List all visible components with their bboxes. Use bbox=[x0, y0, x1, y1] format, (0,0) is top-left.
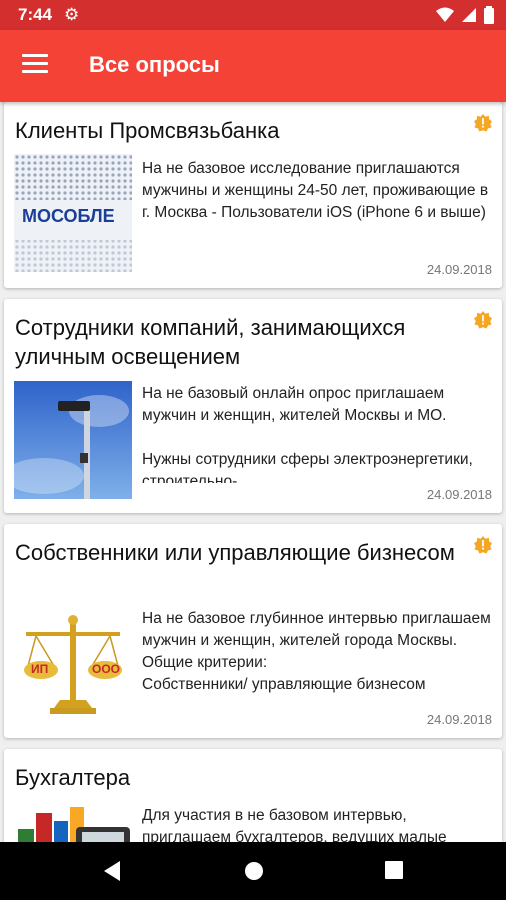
back-icon[interactable] bbox=[102, 860, 122, 882]
system-icons bbox=[436, 6, 494, 24]
page-title: Все опросы bbox=[89, 52, 220, 77]
survey-date: 24.09.2018 bbox=[426, 487, 492, 502]
mosoblbank-logo-text: МОСОБЛЕ bbox=[22, 206, 115, 226]
survey-card[interactable]: Бухгалтера Для участия в не базовом инте… bbox=[4, 749, 502, 842]
recents-icon[interactable] bbox=[384, 860, 404, 880]
home-icon[interactable] bbox=[243, 860, 265, 882]
survey-description: На не базовое исследование приглашаются … bbox=[142, 160, 489, 221]
app-bar: Все опросы bbox=[0, 30, 506, 102]
survey-date: 24.09.2018 bbox=[426, 712, 492, 727]
scale-label-left: ИП bbox=[31, 662, 49, 676]
survey-description: Для участия в не базовом интервью, пригл… bbox=[142, 807, 447, 842]
survey-thumbnail-scales: ИП ООО bbox=[14, 608, 132, 726]
settings-gear-icon: ⚙ bbox=[64, 5, 80, 24]
survey-description: На не базовый онлайн опрос приглашаем му… bbox=[142, 385, 473, 483]
wifi-icon bbox=[436, 7, 454, 22]
scale-label-right: ООО bbox=[92, 662, 121, 676]
survey-thumbnail-mosoblbank: МОСОБЛЕ bbox=[14, 154, 132, 272]
streetlight-image-icon bbox=[14, 381, 132, 499]
status-time: 7:44 bbox=[18, 5, 53, 24]
survey-card[interactable]: Собственники или управляющие бизнесом ИП… bbox=[4, 524, 502, 738]
survey-thumbnail-streetlight bbox=[14, 381, 132, 499]
hamburger-menu-icon[interactable] bbox=[22, 54, 48, 74]
survey-description: На не базовое глубинное интервью приглаш… bbox=[142, 610, 491, 693]
survey-card[interactable]: Клиенты Промсвязьбанка МОСОБЛЕ На не баз… bbox=[4, 102, 502, 288]
survey-date: 24.09.2018 bbox=[426, 262, 492, 277]
battery-icon bbox=[484, 6, 494, 24]
signal-icon bbox=[462, 8, 476, 22]
survey-list[interactable]: Клиенты Промсвязьбанка МОСОБЛЕ На не баз… bbox=[0, 102, 506, 842]
new-badge-icon bbox=[474, 311, 492, 329]
new-badge-icon bbox=[474, 536, 492, 554]
accounting-image-icon bbox=[18, 807, 130, 842]
survey-title: Клиенты Промсвязьбанка bbox=[15, 118, 280, 143]
system-navigation-bar bbox=[0, 842, 506, 900]
survey-thumbnail-accounting bbox=[14, 799, 132, 842]
status-bar: 7:44 ⚙ bbox=[0, 0, 506, 30]
survey-card[interactable]: Сотрудники компаний, занимающихся уличны… bbox=[4, 299, 502, 513]
new-badge-icon bbox=[474, 114, 492, 132]
survey-title: Собственники или управляющие бизнесом bbox=[15, 540, 455, 565]
survey-title: Сотрудники компаний, занимающихся уличны… bbox=[15, 315, 406, 369]
survey-title: Бухгалтера bbox=[15, 765, 131, 790]
